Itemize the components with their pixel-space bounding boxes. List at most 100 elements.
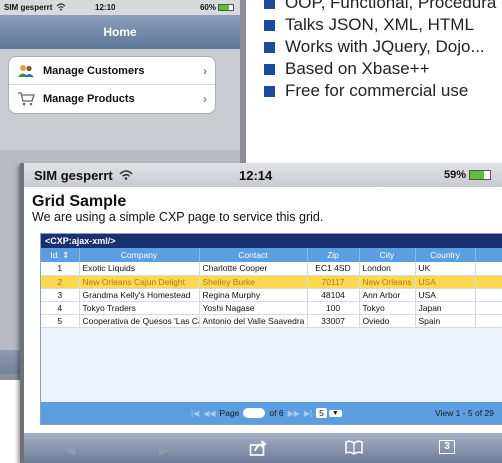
table-row[interactable]: 4 Tokyo Traders Yoshi Nagase 100 Tokyo J… [41,301,502,315]
cell-country: Spain [415,314,476,328]
page-size-value: 5 [316,408,327,418]
battery-indicator: 59% [444,169,492,181]
cell-country: UK [415,262,476,276]
page-subtitle: We are using a simple CXP page to servic… [32,210,324,224]
cell-country: USA [415,275,476,289]
wifi-icon [119,168,133,183]
column-header-company[interactable]: Company [79,248,200,262]
cell-company: Cooperativa de Quesos 'Las Cabras' [79,314,200,328]
table-row[interactable]: 3 Grandma Kelly's Homestead Regina Murph… [41,288,502,302]
column-header-country[interactable]: Country [415,248,476,262]
menu-item-manage-products[interactable]: Manage Products › [9,85,215,113]
cell-id: 1 [41,262,80,276]
cell-extra [475,275,502,289]
back-status-bar: SIM gesperrt 12:10 60% [0,0,240,15]
feature-item: Free for commercial use [264,80,502,102]
cell-contact: Antonio del Valle Saavedra [199,314,308,328]
page-number-input[interactable] [243,408,266,418]
table-row-selected[interactable]: 2 New Orleans Cajun Delight Shelley Burk… [41,275,502,289]
bookmarks-icon[interactable] [344,440,364,459]
clock-label: 12:10 [95,3,116,12]
share-icon[interactable] [249,440,267,460]
wifi-icon [56,2,66,13]
first-page-icon[interactable]: |◀ [191,409,199,418]
feature-item: Works with JQuery, Dojo... [264,36,502,58]
cell-contact: Yoshi Nagase [199,301,308,315]
column-header-zip[interactable]: Zip [307,248,360,262]
cell-id: 5 [41,314,80,328]
table-row[interactable]: 1 Exotic Liquids Charlotte Cooper EC1 4S… [41,262,502,276]
cell-contact: Shelley Burke [199,275,308,289]
sort-icon: ⇕ [62,249,70,260]
cell-zip: 48104 [307,288,360,302]
grid-empty-area [41,327,502,385]
carrier-label: SIM gesperrt [34,167,113,183]
grid-pager: |◀ ◀◀ Page of 6 ▶▶ ▶| 5 ▼ View 1 - 5 of … [41,402,502,424]
bullet-square [264,85,275,97]
nav-title: Home [103,25,137,39]
battery-indicator: 60% [200,3,234,12]
users-icon [17,63,35,79]
browser-toolbar: ◀ ▶ 3 [24,433,502,463]
chevron-down-icon: ▼ [328,409,342,417]
menu-item-manage-customers[interactable]: Manage Customers › [9,57,215,85]
cell-extra [475,314,502,328]
last-page-icon[interactable]: ▶| [304,409,312,418]
menu-item-label: Manage Products [43,93,135,105]
pager-controls: |◀ ◀◀ Page of 6 ▶▶ ▶| 5 ▼ [191,408,342,418]
cell-zip: 70117 [307,275,360,289]
cell-extra [475,288,502,302]
cell-extra [475,262,502,276]
grid-caption-label: <CXP:ajax-xml/> [45,236,116,246]
column-header-city[interactable]: City [359,248,416,262]
clock-label: 12:14 [239,167,273,183]
back-icon[interactable]: ◀ [64,440,76,458]
battery-percent: 60% [199,3,216,12]
forward-icon[interactable]: ▶ [159,440,171,458]
cell-zip: EC1 4SD [307,262,360,276]
cell-city: New Orleans [359,275,416,289]
column-header-id[interactable]: Id. ⇕ [41,248,80,262]
battery-icon [469,170,492,180]
chevron-right-icon: › [203,63,207,78]
page-size-select[interactable]: 5 ▼ [316,408,342,418]
cell-company: Tokyo Traders [79,301,200,315]
bullet-square [264,41,275,53]
cell-extra [475,301,502,315]
column-header-contact[interactable]: Contact [199,248,308,262]
grid-caption: <CXP:ajax-xml/> [41,234,502,248]
pager-view-info: View 1 - 5 of 29 [435,408,494,418]
bullet-square [264,19,275,31]
cart-icon [17,91,35,107]
cell-contact: Regina Murphy [199,288,308,302]
feature-list: OOP, Functional, Procedura Talks JSON, X… [264,0,502,102]
table-row[interactable]: 5 Cooperativa de Quesos 'Las Cabras' Ant… [41,314,502,328]
cell-company: New Orleans Cajun Delight [79,275,200,289]
cell-city: London [359,262,416,276]
bullet-square [264,0,275,9]
cell-company: Exotic Liquids [79,262,200,276]
battery-percent: 59% [444,169,467,181]
next-page-icon[interactable]: ▶▶ [288,409,300,418]
cell-id: 2 [41,275,80,289]
cell-city: Tokyo [359,301,416,315]
cell-city: Ann Arbor [359,288,416,302]
cell-zip: 33007 [307,314,360,328]
tabs-icon[interactable]: 3 [439,440,455,454]
grid-header-row: Id. ⇕ Company Contact Zip City Country [41,248,502,262]
data-grid: <CXP:ajax-xml/> Id. ⇕ Company Contact Zi… [40,233,502,425]
feature-item: OOP, Functional, Procedura [264,0,502,14]
feature-item: Based on Xbase++ [264,58,502,80]
menu-list: Manage Customers › Manage Products › [8,56,216,114]
feature-item: Talks JSON, XML, HTML [264,14,502,36]
menu-item-label: Manage Customers [43,64,145,77]
bullet-square [264,63,275,75]
battery-icon [218,4,234,11]
cell-id: 3 [41,288,80,302]
carrier-label: SIM gesperrt [4,3,53,12]
prev-page-icon[interactable]: ◀◀ [203,409,215,418]
cell-zip: 100 [307,301,360,315]
grid-table: Id. ⇕ Company Contact Zip City Country 1… [41,248,502,328]
cell-country: Japan [415,301,476,315]
back-nav-bar: Home [0,15,240,49]
